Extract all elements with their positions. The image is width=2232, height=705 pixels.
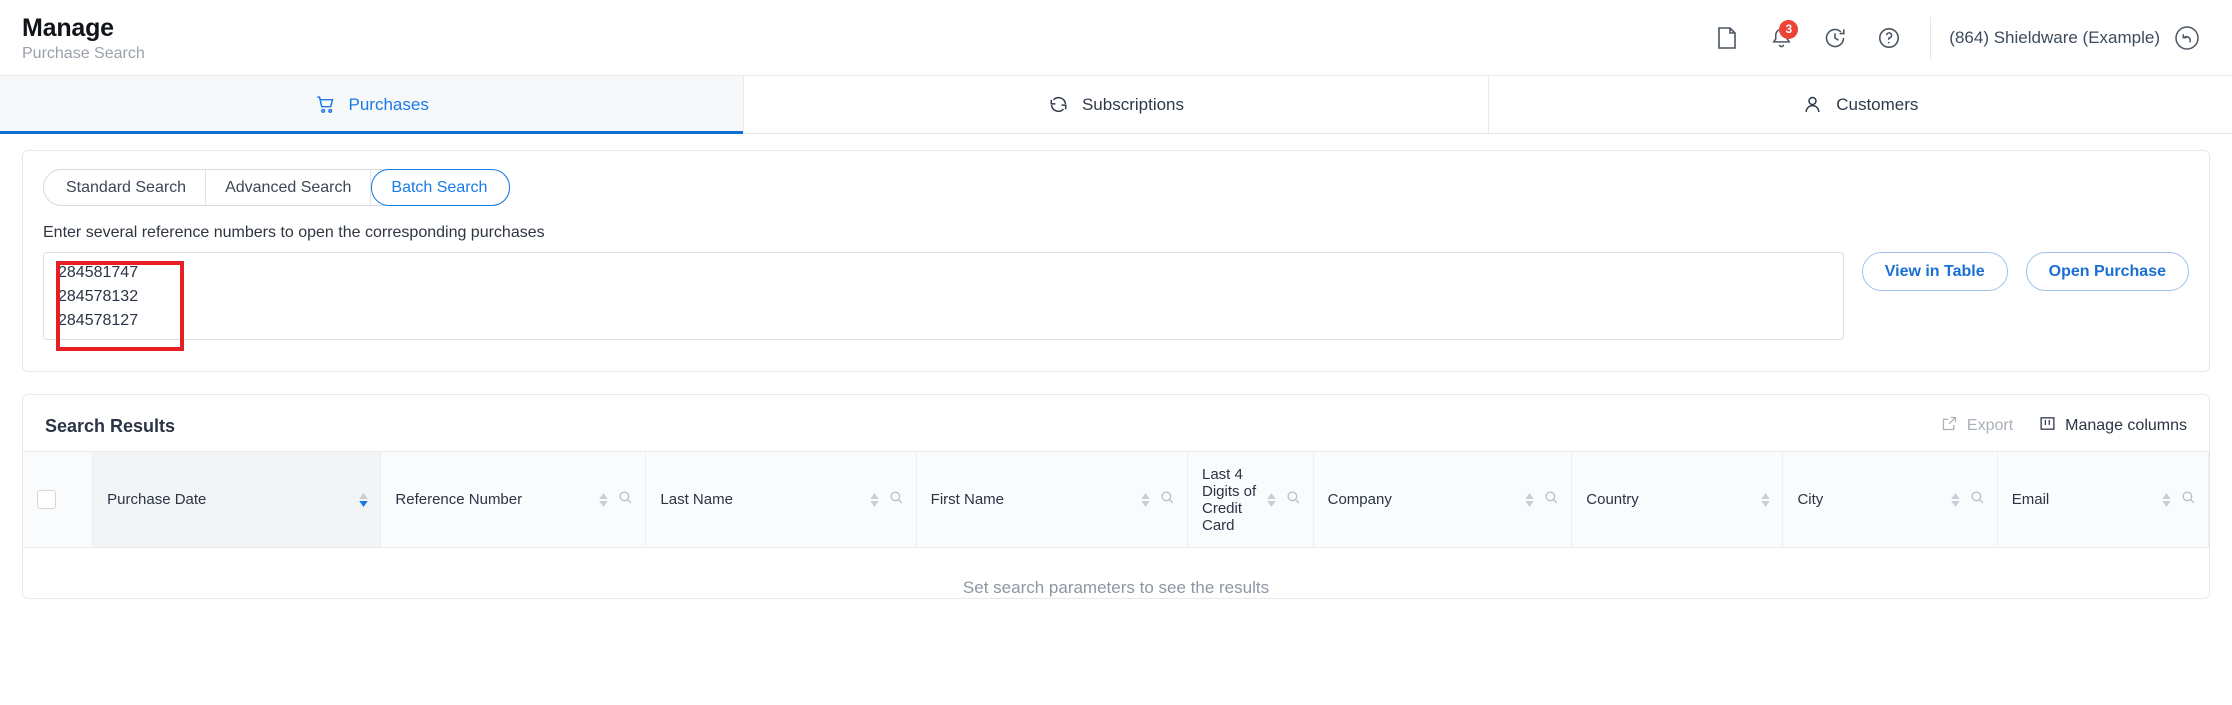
- sort-arrows-icon[interactable]: [1141, 492, 1150, 507]
- title-block: Manage Purchase Search: [22, 12, 145, 64]
- open-purchase-button[interactable]: Open Purchase: [2025, 252, 2189, 291]
- column-label: Company: [1327, 491, 1392, 508]
- column-label: City: [1797, 491, 1824, 508]
- results-table: Purchase Date Reference Number Last Name…: [23, 451, 2210, 548]
- page-title: Manage: [22, 13, 114, 42]
- column-label: Country: [1586, 491, 1639, 508]
- batch-search-row: View in Table Open Purchase: [43, 252, 2189, 351]
- column-header-country[interactable]: Country: [1571, 451, 1784, 548]
- tab-label: Subscriptions: [1081, 94, 1185, 114]
- sort-arrows-icon[interactable]: [1525, 492, 1535, 507]
- page-subtitle: Purchase Search: [22, 45, 145, 63]
- column-label: Purchase Date: [107, 491, 207, 508]
- tab-purchases[interactable]: Purchases: [0, 76, 745, 134]
- column-header-email[interactable]: Email: [1997, 451, 2210, 548]
- notification-badge: 3: [1779, 19, 1799, 39]
- bell-icon[interactable]: 3: [1754, 15, 1808, 61]
- export-label: Export: [1966, 417, 2014, 434]
- search-mode-advanced[interactable]: Advanced Search: [206, 170, 372, 205]
- columns-icon: [2039, 415, 2056, 437]
- sort-arrows-icon[interactable]: [2162, 492, 2171, 507]
- shopping-cart-icon: [315, 94, 336, 115]
- table-header-row: Purchase Date Reference Number Last Name…: [23, 451, 2210, 548]
- primary-tabs: Purchases Subscriptions Customers: [0, 76, 2232, 134]
- sort-arrows-icon[interactable]: [599, 492, 609, 507]
- sort-arrows-icon[interactable]: [869, 492, 879, 507]
- empty-results-message: Set search parameters to see the results: [962, 578, 1270, 597]
- tab-label: Customers: [1836, 94, 1919, 114]
- search-results-title: Search Results: [45, 415, 176, 436]
- column-header-last-name[interactable]: Last Name: [645, 451, 917, 548]
- help-circle-icon[interactable]: [1862, 15, 1916, 61]
- app-header: Manage Purchase Search 3 (864) Shieldwar…: [0, 0, 2232, 76]
- column-header-city[interactable]: City: [1782, 451, 1998, 548]
- column-header-last-4-digits-of-credit-card[interactable]: Last 4 Digits of Credit Card: [1187, 451, 1314, 548]
- note-icon[interactable]: [1700, 15, 1754, 61]
- tab-subscriptions[interactable]: Subscriptions: [744, 76, 1489, 133]
- batch-search-hint: Enter several reference numbers to open …: [43, 224, 545, 241]
- column-search-icon[interactable]: [618, 490, 633, 509]
- sort-arrows-icon[interactable]: [1266, 492, 1276, 507]
- view-in-table-button[interactable]: View in Table: [1861, 252, 2008, 291]
- column-label: Email: [2011, 491, 2050, 508]
- batch-reference-numbers-input[interactable]: [43, 252, 1844, 340]
- search-mode-segmented-control: Standard Search Advanced Search Batch Se…: [43, 169, 511, 206]
- column-search-icon[interactable]: [1160, 490, 1175, 509]
- column-search-icon[interactable]: [1286, 490, 1301, 509]
- column-header-first-name[interactable]: First Name: [916, 451, 1189, 548]
- person-icon: [1802, 94, 1823, 115]
- search-mode-batch[interactable]: Batch Search: [371, 169, 511, 206]
- column-label: Reference Number: [395, 491, 523, 508]
- column-search-icon[interactable]: [1970, 490, 1985, 509]
- tab-label: Purchases: [348, 94, 429, 114]
- select-all-column: [23, 451, 94, 548]
- header-divider: [1930, 16, 1932, 59]
- column-label: Last Name: [660, 491, 733, 508]
- batch-textarea-wrap: [43, 252, 1844, 351]
- column-search-icon[interactable]: [2181, 490, 2196, 509]
- account-name[interactable]: (864) Shieldware (Example): [1949, 28, 2160, 48]
- column-header-purchase-date[interactable]: Purchase Date: [92, 451, 382, 548]
- column-header-reference-number[interactable]: Reference Number: [380, 451, 647, 548]
- results-table-head: Purchase Date Reference Number Last Name…: [23, 451, 2210, 548]
- main-content: Standard Search Advanced Search Batch Se…: [0, 134, 2232, 599]
- history-clock-icon[interactable]: [1808, 15, 1862, 61]
- tab-customers[interactable]: Customers: [1489, 76, 2232, 133]
- column-label: First Name: [930, 491, 1005, 508]
- header-actions: 3 (864) Shieldware (Example): [1700, 15, 2204, 61]
- results-toolbar: Export Manage columns: [1941, 415, 2187, 437]
- sort-arrows-icon[interactable]: [359, 492, 369, 507]
- select-all-checkbox[interactable]: [37, 490, 56, 509]
- manage-columns-label: Manage columns: [2065, 417, 2187, 434]
- search-panel: Standard Search Advanced Search Batch Se…: [22, 150, 2210, 372]
- results-header: Search Results Export Manage columns: [23, 395, 2209, 451]
- back-arrow-icon[interactable]: [2170, 21, 2204, 55]
- column-search-icon[interactable]: [889, 490, 904, 509]
- external-link-icon: [1941, 415, 1958, 437]
- column-search-icon[interactable]: [1544, 490, 1559, 509]
- sort-arrows-icon[interactable]: [1950, 492, 1960, 507]
- column-label: Last 4 Digits of Credit Card: [1202, 465, 1257, 534]
- manage-columns-button[interactable]: Manage columns: [2039, 415, 2187, 437]
- search-mode-standard[interactable]: Standard Search: [44, 170, 207, 205]
- sort-arrows-icon[interactable]: [1761, 492, 1771, 507]
- search-results-panel: Search Results Export Manage columns Pur…: [22, 394, 2210, 599]
- export-button[interactable]: Export: [1941, 415, 2013, 437]
- refresh-sync-icon: [1048, 94, 1069, 115]
- column-header-company[interactable]: Company: [1313, 451, 1573, 548]
